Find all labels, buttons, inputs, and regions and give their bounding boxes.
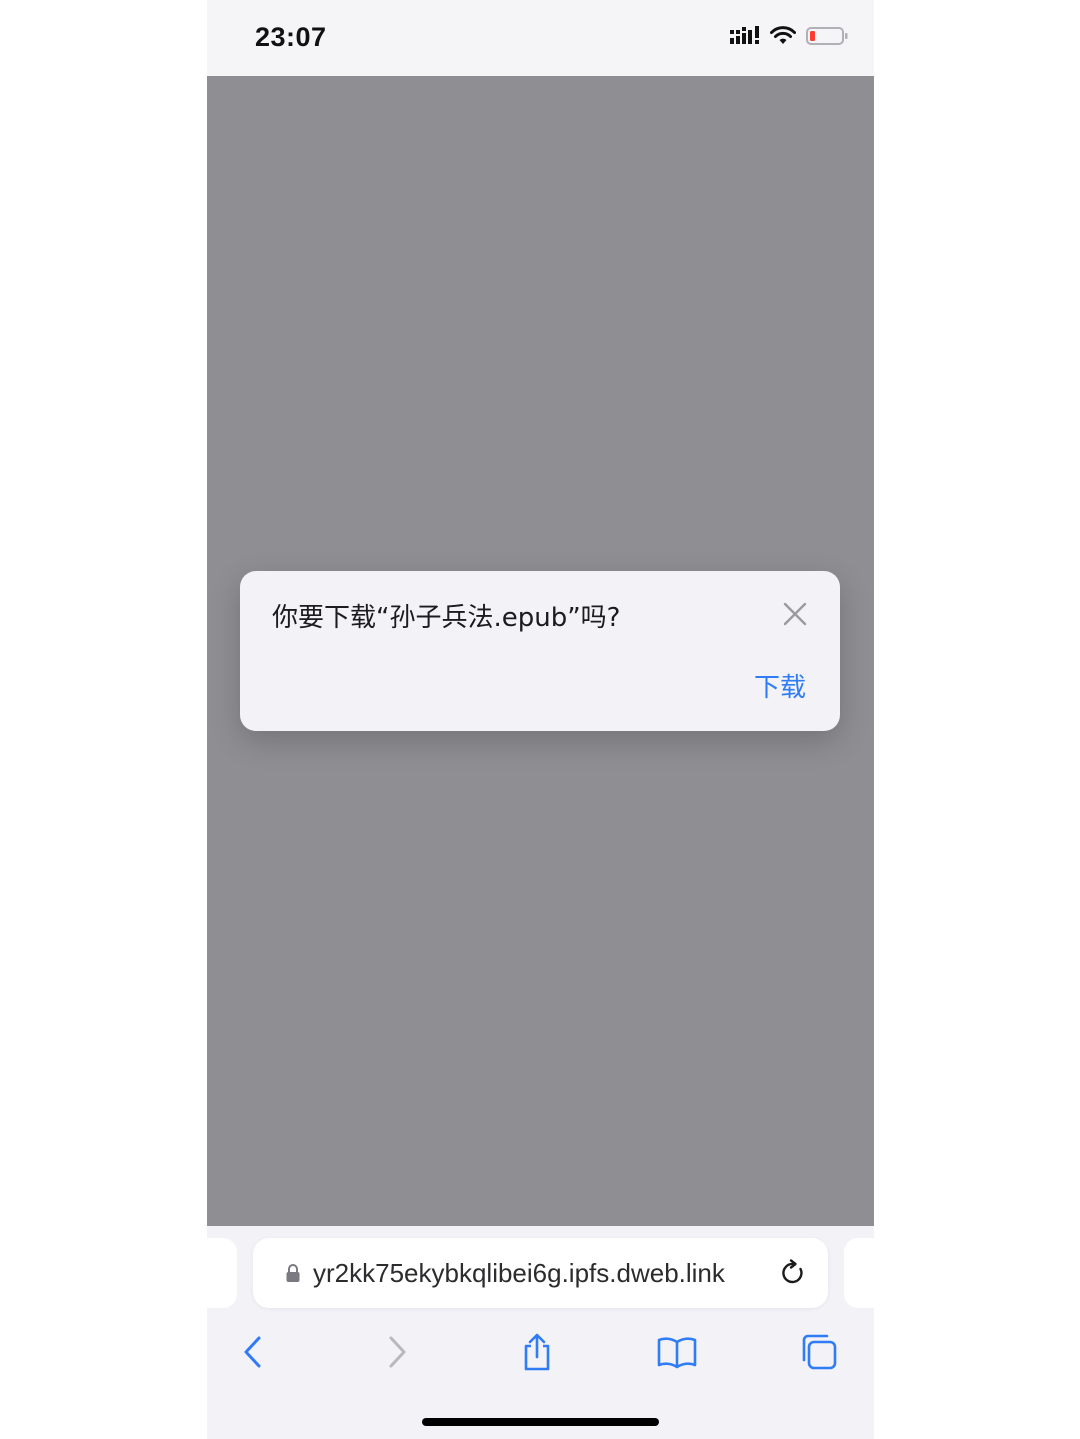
cellular-signal-icon	[730, 26, 760, 51]
next-tab-card[interactable]	[844, 1238, 874, 1308]
book-icon[interactable]	[655, 1330, 699, 1374]
status-bar: 23:07	[207, 0, 874, 76]
address-bar[interactable]: yr2kk75ekybkqlibei6g.ipfs.dweb.link	[253, 1238, 828, 1308]
tabs-icon[interactable]	[797, 1330, 841, 1374]
battery-low-icon	[806, 26, 848, 51]
lock-icon	[285, 1263, 301, 1288]
share-icon[interactable]	[515, 1330, 559, 1374]
dialog-message: 你要下载“孙子兵法.epub”吗?	[272, 603, 621, 633]
wifi-icon	[770, 26, 796, 51]
chevron-left-icon[interactable]	[231, 1330, 275, 1374]
close-icon[interactable]	[780, 599, 810, 629]
reload-icon[interactable]	[778, 1258, 808, 1293]
status-icons	[730, 26, 848, 51]
url-text: yr2kk75ekybkqlibei6g.ipfs.dweb.link	[313, 1258, 725, 1288]
previous-tab-card[interactable]	[207, 1238, 237, 1308]
bottom-toolbar	[207, 1320, 874, 1439]
download-button[interactable]: 下载	[754, 667, 806, 704]
home-indicator	[422, 1418, 659, 1426]
chevron-right-icon[interactable]	[375, 1330, 419, 1374]
address-area: yr2kk75ekybkqlibei6g.ipfs.dweb.link	[207, 1226, 874, 1320]
phone-screen: 23:07 你要下载“孙子兵法.epub”吗? 下载 yr2kk75ekybkq…	[207, 0, 874, 1439]
download-dialog: 你要下载“孙子兵法.epub”吗? 下载	[240, 571, 840, 731]
status-time: 23:07	[255, 22, 327, 52]
